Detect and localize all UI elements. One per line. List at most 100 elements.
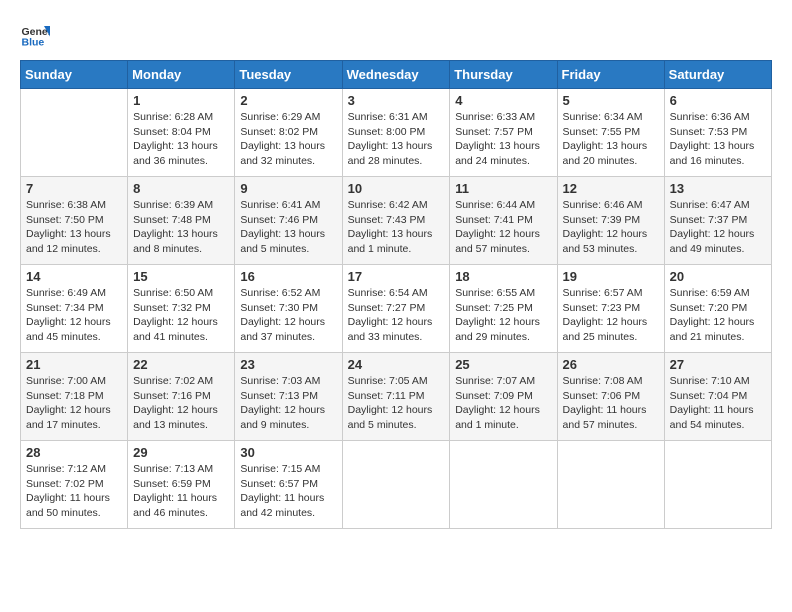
- calendar-cell: 23Sunrise: 7:03 AM Sunset: 7:13 PM Dayli…: [235, 353, 342, 441]
- calendar-cell: [450, 441, 557, 529]
- day-info: Sunrise: 6:39 AM Sunset: 7:48 PM Dayligh…: [133, 198, 229, 257]
- day-info: Sunrise: 6:49 AM Sunset: 7:34 PM Dayligh…: [26, 286, 122, 345]
- calendar-cell: 25 Sunrise: 7:07 AM Sunset: 7:09 PM Dayli…: [450, 353, 557, 441]
- day-info: Sunrise: 7:13 AM Sunset: 6:59 PM Dayligh…: [133, 462, 229, 521]
- day-info: Sunrise: 7:08 AM Sunset: 7:06 PM Dayligh…: [563, 374, 659, 433]
- day-number: 10: [348, 181, 445, 196]
- day-info: Sunrise: 6:33 AM Sunset: 7:57 PM Dayligh…: [455, 110, 551, 169]
- calendar-week-row: 7 Sunrise: 6:38 AM Sunset: 7:50 PM Daylig…: [21, 177, 772, 265]
- day-info: Sunrise: 6:41 AM Sunset: 7:46 PM Dayligh…: [240, 198, 336, 257]
- day-info: Sunrise: 6:44 AM Sunset: 7:41 PM Dayligh…: [455, 198, 551, 257]
- day-info: Sunrise: 6:29 AM Sunset: 8:02 PM Dayligh…: [240, 110, 336, 169]
- calendar-cell: 8 Sunrise: 6:39 AM Sunset: 7:48 PM Daylig…: [128, 177, 235, 265]
- calendar-cell: 7 Sunrise: 6:38 AM Sunset: 7:50 PM Daylig…: [21, 177, 128, 265]
- calendar-table: SundayMondayTuesdayWednesdayThursdayFrid…: [20, 60, 772, 529]
- calendar-cell: 24 Sunrise: 7:05 AM Sunset: 7:11 PM Dayli…: [342, 353, 450, 441]
- day-number: 17: [348, 269, 445, 284]
- calendar-week-row: 1 Sunrise: 6:28 AM Sunset: 8:04 PM Daylig…: [21, 89, 772, 177]
- calendar-cell: [21, 89, 128, 177]
- day-number: 7: [26, 181, 122, 196]
- day-number: 6: [670, 93, 766, 108]
- calendar-cell: 30 Sunrise: 7:15 AM Sunset: 6:57 PM Dayli…: [235, 441, 342, 529]
- day-info: Sunrise: 6:57 AM Sunset: 7:23 PM Dayligh…: [563, 286, 659, 345]
- day-number: 28: [26, 445, 122, 460]
- calendar-cell: 20 Sunrise: 6:59 AM Sunset: 7:20 PM Dayli…: [664, 265, 771, 353]
- calendar-cell: 5Sunrise: 6:34 AM Sunset: 7:55 PM Daylig…: [557, 89, 664, 177]
- page-header: General Blue: [20, 20, 772, 50]
- day-info: Sunrise: 6:55 AM Sunset: 7:25 PM Dayligh…: [455, 286, 551, 345]
- day-number: 11: [455, 181, 551, 196]
- calendar-cell: 1 Sunrise: 6:28 AM Sunset: 8:04 PM Daylig…: [128, 89, 235, 177]
- calendar-cell: 28 Sunrise: 7:12 AM Sunset: 7:02 PM Dayli…: [21, 441, 128, 529]
- day-info: Sunrise: 7:05 AM Sunset: 7:11 PM Dayligh…: [348, 374, 445, 433]
- day-info: Sunrise: 6:59 AM Sunset: 7:20 PM Dayligh…: [670, 286, 766, 345]
- calendar-cell: 4 Sunrise: 6:33 AM Sunset: 7:57 PM Daylig…: [450, 89, 557, 177]
- day-info: Sunrise: 7:03 AM Sunset: 7:13 PM Dayligh…: [240, 374, 336, 433]
- calendar-week-row: 14 Sunrise: 6:49 AM Sunset: 7:34 PM Dayli…: [21, 265, 772, 353]
- day-number: 9: [240, 181, 336, 196]
- day-info: Sunrise: 6:38 AM Sunset: 7:50 PM Dayligh…: [26, 198, 122, 257]
- calendar-cell: 3Sunrise: 6:31 AM Sunset: 8:00 PM Daylig…: [342, 89, 450, 177]
- svg-text:Blue: Blue: [22, 37, 45, 49]
- day-number: 20: [670, 269, 766, 284]
- calendar-cell: 2 Sunrise: 6:29 AM Sunset: 8:02 PM Daylig…: [235, 89, 342, 177]
- calendar-cell: 15 Sunrise: 6:50 AM Sunset: 7:32 PM Dayli…: [128, 265, 235, 353]
- day-number: 22: [133, 357, 229, 372]
- calendar-cell: 26 Sunrise: 7:08 AM Sunset: 7:06 PM Dayli…: [557, 353, 664, 441]
- day-number: 4: [455, 93, 551, 108]
- calendar-cell: 11 Sunrise: 6:44 AM Sunset: 7:41 PM Dayli…: [450, 177, 557, 265]
- day-info: Sunrise: 7:02 AM Sunset: 7:16 PM Dayligh…: [133, 374, 229, 433]
- weekday-header-monday: Monday: [128, 61, 235, 89]
- calendar-week-row: 28 Sunrise: 7:12 AM Sunset: 7:02 PM Dayli…: [21, 441, 772, 529]
- calendar-cell: [557, 441, 664, 529]
- day-info: Sunrise: 6:31 AM Sunset: 8:00 PM Dayligh…: [348, 110, 445, 169]
- day-number: 30: [240, 445, 336, 460]
- weekday-header-saturday: Saturday: [664, 61, 771, 89]
- weekday-header-sunday: Sunday: [21, 61, 128, 89]
- day-number: 8: [133, 181, 229, 196]
- day-number: 18: [455, 269, 551, 284]
- weekday-header-wednesday: Wednesday: [342, 61, 450, 89]
- calendar-cell: 27Sunrise: 7:10 AM Sunset: 7:04 PM Dayli…: [664, 353, 771, 441]
- day-info: Sunrise: 6:54 AM Sunset: 7:27 PM Dayligh…: [348, 286, 445, 345]
- day-number: 15: [133, 269, 229, 284]
- calendar-cell: 13 Sunrise: 6:47 AM Sunset: 7:37 PM Dayli…: [664, 177, 771, 265]
- calendar-cell: 19Sunrise: 6:57 AM Sunset: 7:23 PM Dayli…: [557, 265, 664, 353]
- day-number: 25: [455, 357, 551, 372]
- calendar-week-row: 21Sunrise: 7:00 AM Sunset: 7:18 PM Dayli…: [21, 353, 772, 441]
- day-info: Sunrise: 6:42 AM Sunset: 7:43 PM Dayligh…: [348, 198, 445, 257]
- calendar-cell: 29 Sunrise: 7:13 AM Sunset: 6:59 PM Dayli…: [128, 441, 235, 529]
- calendar-cell: [664, 441, 771, 529]
- calendar-cell: 17 Sunrise: 6:54 AM Sunset: 7:27 PM Dayli…: [342, 265, 450, 353]
- day-info: Sunrise: 7:12 AM Sunset: 7:02 PM Dayligh…: [26, 462, 122, 521]
- logo: General Blue: [20, 20, 54, 50]
- day-number: 12: [563, 181, 659, 196]
- day-number: 29: [133, 445, 229, 460]
- day-info: Sunrise: 7:10 AM Sunset: 7:04 PM Dayligh…: [670, 374, 766, 433]
- day-info: Sunrise: 7:07 AM Sunset: 7:09 PM Dayligh…: [455, 374, 551, 433]
- day-number: 1: [133, 93, 229, 108]
- day-info: Sunrise: 6:36 AM Sunset: 7:53 PM Dayligh…: [670, 110, 766, 169]
- day-info: Sunrise: 6:47 AM Sunset: 7:37 PM Dayligh…: [670, 198, 766, 257]
- weekday-header-thursday: Thursday: [450, 61, 557, 89]
- calendar-cell: 18 Sunrise: 6:55 AM Sunset: 7:25 PM Dayli…: [450, 265, 557, 353]
- weekday-header-friday: Friday: [557, 61, 664, 89]
- day-number: 14: [26, 269, 122, 284]
- logo-icon: General Blue: [20, 20, 50, 50]
- calendar-cell: [342, 441, 450, 529]
- day-number: 13: [670, 181, 766, 196]
- day-number: 26: [563, 357, 659, 372]
- day-info: Sunrise: 6:28 AM Sunset: 8:04 PM Dayligh…: [133, 110, 229, 169]
- day-number: 24: [348, 357, 445, 372]
- weekday-header-row: SundayMondayTuesdayWednesdayThursdayFrid…: [21, 61, 772, 89]
- calendar-cell: 14 Sunrise: 6:49 AM Sunset: 7:34 PM Dayli…: [21, 265, 128, 353]
- day-info: Sunrise: 6:34 AM Sunset: 7:55 PM Dayligh…: [563, 110, 659, 169]
- day-number: 16: [240, 269, 336, 284]
- day-number: 2: [240, 93, 336, 108]
- day-info: Sunrise: 7:15 AM Sunset: 6:57 PM Dayligh…: [240, 462, 336, 521]
- calendar-cell: 16 Sunrise: 6:52 AM Sunset: 7:30 PM Dayli…: [235, 265, 342, 353]
- day-info: Sunrise: 7:00 AM Sunset: 7:18 PM Dayligh…: [26, 374, 122, 433]
- day-info: Sunrise: 6:50 AM Sunset: 7:32 PM Dayligh…: [133, 286, 229, 345]
- calendar-cell: 12Sunrise: 6:46 AM Sunset: 7:39 PM Dayli…: [557, 177, 664, 265]
- day-info: Sunrise: 6:52 AM Sunset: 7:30 PM Dayligh…: [240, 286, 336, 345]
